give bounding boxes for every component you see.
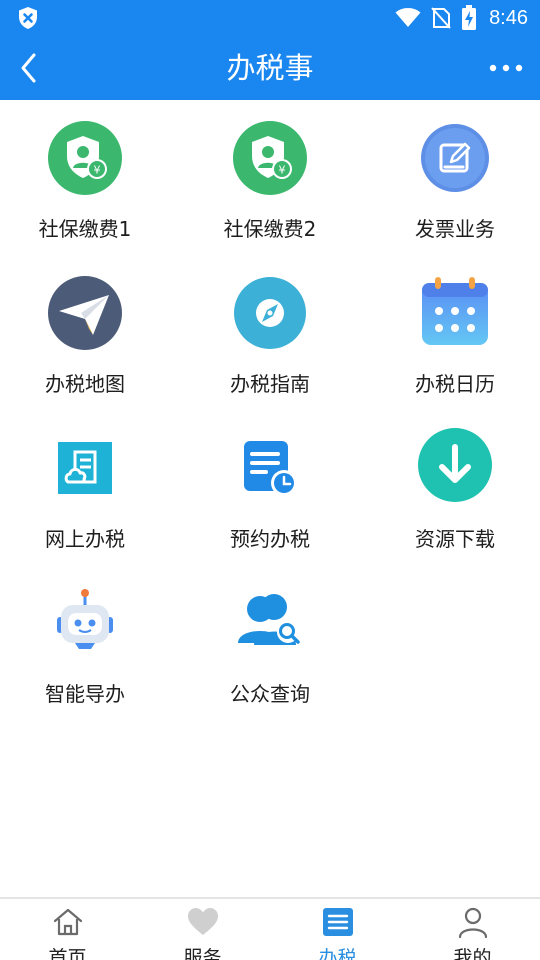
battery-charging-icon	[462, 5, 477, 30]
wifi-icon	[395, 8, 421, 27]
invoice-edit-icon	[421, 124, 489, 192]
user-icon	[458, 907, 487, 939]
tab-label: 我的	[453, 947, 492, 960]
service-label: 办税日历	[415, 372, 495, 396]
heart-icon	[187, 908, 218, 935]
service-label: 公众查询	[230, 682, 310, 706]
service-social-security-1[interactable]: ¥ 社保缴费1	[0, 100, 175, 250]
service-label: 社保缴费2	[223, 217, 317, 241]
shield-x-icon	[19, 7, 37, 29]
service-label: 预约办税	[230, 527, 310, 551]
list-icon	[322, 908, 353, 936]
no-sim-icon	[431, 7, 451, 29]
service-public-query[interactable]: 公众查询	[180, 565, 360, 715]
service-label: 资源下载	[415, 527, 495, 551]
svg-text:¥: ¥	[94, 164, 101, 177]
service-label: 社保缴费1	[38, 217, 132, 241]
service-resource-download[interactable]: 资源下载	[365, 410, 540, 560]
tab-tax[interactable]: 办税	[270, 899, 405, 960]
social-security-payment-icon: ¥	[48, 121, 122, 195]
tab-mine[interactable]: 我的	[405, 899, 540, 960]
page-title: 办税事	[226, 51, 314, 85]
service-label: 发票业务	[415, 217, 495, 241]
bottom-tab-bar: 首页 服务 办税 我的	[0, 897, 540, 960]
service-label: 智能导办	[45, 682, 125, 706]
service-invoice[interactable]: 发票业务	[365, 100, 540, 250]
people-search-icon	[238, 594, 300, 645]
service-label: 网上办税	[45, 527, 125, 551]
service-tax-guide[interactable]: 办税指南	[180, 255, 360, 405]
service-social-security-2[interactable]: ¥ 社保缴费2	[180, 100, 360, 250]
service-tax-calendar[interactable]: 办税日历	[365, 255, 540, 405]
paper-plane-icon	[48, 276, 122, 350]
tab-label: 服务	[183, 947, 222, 960]
svg-text:¥: ¥	[279, 164, 286, 177]
nav-bar: 办税事	[0, 36, 540, 100]
cloud-document-icon	[58, 442, 112, 494]
home-icon	[53, 908, 82, 936]
tab-label: 首页	[48, 947, 87, 960]
service-smart-guide[interactable]: 智能导办	[0, 565, 175, 715]
status-time: 8:46	[489, 6, 528, 29]
tab-service[interactable]: 服务	[135, 899, 270, 960]
tab-home[interactable]: 首页	[0, 899, 135, 960]
service-label: 办税指南	[230, 372, 310, 396]
more-horizontal-icon[interactable]	[486, 54, 526, 82]
robot-icon	[57, 589, 113, 649]
compass-icon	[234, 277, 306, 349]
service-appointment-tax[interactable]: 预约办税	[180, 410, 360, 560]
tab-label: 办税	[318, 947, 357, 960]
status-bar: 8:46	[0, 0, 540, 36]
service-tax-map[interactable]: 办税地图	[0, 255, 175, 405]
social-security-payment-icon: ¥	[233, 121, 307, 195]
service-online-tax[interactable]: 网上办税	[0, 410, 175, 560]
calendar-icon	[422, 277, 488, 345]
document-clock-icon	[244, 441, 297, 496]
download-icon	[418, 428, 492, 502]
service-label: 办税地图	[45, 372, 125, 396]
